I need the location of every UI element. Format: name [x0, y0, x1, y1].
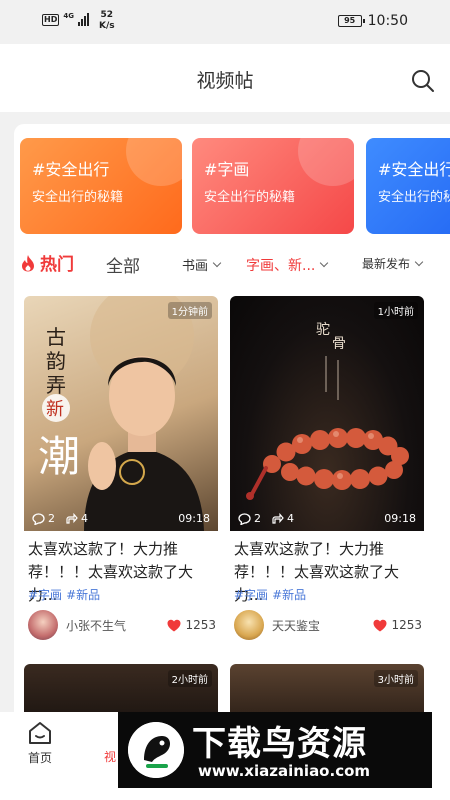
video-thumbnail[interactable]: 驼 骨 1小时前 2 4 09:18: [230, 296, 424, 531]
comment-stat: 2: [238, 512, 261, 525]
banner-decoration: [126, 138, 182, 186]
chevron-down-icon: [320, 258, 329, 268]
like-count: 1253: [185, 618, 216, 632]
card-tags: #字画 #新品: [28, 586, 100, 603]
share-stat: 4: [65, 512, 88, 525]
like-count: 1253: [391, 618, 422, 632]
time-ago: 1小时前: [373, 302, 418, 319]
share-stat: 4: [271, 512, 294, 525]
tag-dropdown[interactable]: 字画、新...: [246, 255, 329, 275]
card-footer: 小张不生气 1253: [28, 608, 216, 642]
battery-icon: 95: [337, 15, 365, 27]
comment-count: 2: [254, 512, 261, 525]
banner-tag: #字画: [204, 160, 250, 179]
tag-link[interactable]: #字画: [28, 586, 62, 603]
banner-tag: #安全出行: [32, 160, 110, 179]
status-left: HD 4G 52 K/s: [42, 10, 115, 32]
time-ago: 1分钟前: [167, 302, 212, 319]
topic-banner[interactable]: #安全出行 安全出行的秘籍: [20, 138, 182, 234]
poster-char: 弄: [46, 373, 66, 397]
hd-badge: HD: [42, 14, 60, 26]
signal-icon: [77, 12, 89, 26]
topic-banner[interactable]: #字画 安全出行的秘籍: [192, 138, 354, 234]
banner-subtitle: 安全出行的秘籍: [32, 190, 124, 205]
poster-char: 新: [46, 399, 64, 420]
poster-char: 骨: [332, 336, 346, 352]
like-button[interactable]: 1253: [167, 618, 216, 632]
video-stats: 2 4 09:18: [238, 512, 416, 525]
heart-icon: [167, 619, 181, 631]
chevron-down-icon: [414, 257, 424, 266]
watermark-url: www.xiazainiao.com: [198, 762, 371, 780]
poster-art: 驼 骨: [246, 321, 409, 500]
tag-link[interactable]: #新品: [272, 586, 306, 603]
heart-icon: [373, 619, 387, 631]
banner-decoration: [298, 138, 354, 186]
like-button[interactable]: 1253: [373, 618, 422, 632]
tab-home[interactable]: 首页: [10, 720, 70, 766]
video-thumbnail[interactable]: 古 韵 弄 新 潮 1分钟前 2 4 09:18: [24, 296, 218, 531]
search-icon[interactable]: [410, 68, 436, 94]
comment-icon: [238, 512, 251, 525]
video-card[interactable]: 驼 骨 1小时前 2 4 09:18 太喜欢这款了！大力推荐！！！太喜欢这款了大…: [230, 296, 424, 640]
share-count: 4: [287, 512, 294, 525]
comment-icon: [32, 512, 45, 525]
video-duration: 09:18: [384, 512, 416, 525]
content-panel: #安全出行 安全出行的秘籍 #字画 安全出行的秘籍 #安全出行 安全出行的秘籍 …: [14, 124, 450, 724]
time-ago: 3小时前: [373, 670, 418, 687]
time-ago: 2小时前: [167, 670, 212, 687]
poster-char: 韵: [46, 349, 66, 373]
banner-tag: #安全出行: [378, 160, 450, 179]
chevron-down-icon: [212, 258, 222, 267]
avatar[interactable]: [234, 610, 264, 640]
share-icon: [272, 512, 284, 524]
video-stats: 2 4 09:18: [32, 512, 210, 525]
flame-icon: [22, 254, 34, 271]
home-icon: [29, 722, 51, 744]
watermark: 下载鸟资源 www.xiazainiao.com: [118, 712, 432, 788]
status-right: 95 10:50: [337, 13, 408, 29]
speed-value: 52: [100, 10, 114, 20]
author-name[interactable]: 天天鉴宝: [272, 617, 320, 634]
poster-char: 驼: [316, 321, 330, 338]
comment-count: 2: [48, 512, 55, 525]
clock: 10:50: [367, 13, 408, 29]
video-duration: 09:18: [178, 512, 210, 525]
status-bar: HD 4G 52 K/s 95 10:50: [0, 0, 450, 44]
tag-link[interactable]: #新品: [66, 586, 100, 603]
share-count: 4: [81, 512, 88, 525]
avatar[interactable]: [28, 610, 58, 640]
watermark-title: 下载鸟资源: [192, 724, 367, 764]
comment-stat: 2: [32, 512, 55, 525]
tag-link[interactable]: #字画: [234, 586, 268, 603]
banner-subtitle: 安全出行的秘籍: [378, 190, 450, 205]
sort-dropdown[interactable]: 最新发布: [362, 255, 424, 272]
tab-hot[interactable]: 热门: [20, 250, 74, 275]
network-speed: 52 K/s: [99, 10, 115, 32]
card-tags: #字画 #新品: [234, 586, 306, 603]
tag-dropdown-label: 字画、新...: [246, 258, 316, 274]
tab-hot-label: 热门: [40, 255, 74, 275]
card-footer: 天天鉴宝 1253: [234, 608, 422, 642]
topic-banners: #安全出行 安全出行的秘籍 #字画 安全出行的秘籍 #安全出行 安全出行的秘籍: [20, 138, 450, 234]
poster-art: 古 韵 弄 新 潮: [38, 296, 204, 531]
topic-banner[interactable]: #安全出行 安全出行的秘籍: [366, 138, 450, 234]
poster-char: 古: [46, 325, 66, 349]
poster-char: 潮: [38, 432, 80, 481]
category-dropdown[interactable]: 书画: [182, 255, 222, 274]
category-dropdown-label: 书画: [182, 259, 209, 274]
share-icon: [66, 512, 78, 524]
filter-row: 热门 全部 书画 字画、新... 最新发布: [14, 248, 450, 278]
author-name[interactable]: 小张不生气: [66, 617, 126, 634]
tab-home-label: 首页: [27, 751, 52, 765]
banner-subtitle: 安全出行的秘籍: [204, 190, 296, 205]
bird-logo-icon: [128, 722, 184, 778]
sort-dropdown-label: 最新发布: [362, 257, 411, 271]
speed-unit: K/s: [98, 21, 115, 31]
page-title: 视频帖: [196, 70, 254, 92]
nav-bar: 视频帖: [0, 44, 450, 112]
tab-all[interactable]: 全部: [106, 252, 140, 277]
network-type: 4G: [63, 12, 74, 20]
video-card[interactable]: 古 韵 弄 新 潮 1分钟前 2 4 09:18 太喜欢这款了！大力推荐！！！太…: [24, 296, 218, 640]
